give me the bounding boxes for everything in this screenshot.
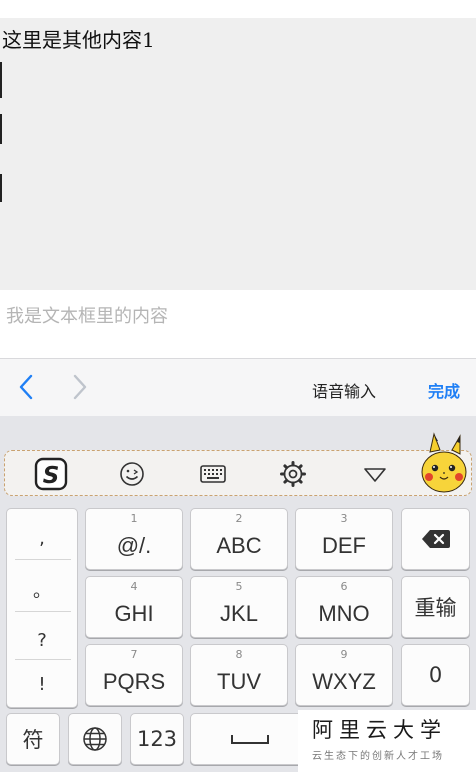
content-area: 这里是其他内容1: [0, 18, 476, 290]
key-number: 6: [340, 580, 348, 593]
symbol-key[interactable]: 符: [6, 713, 60, 765]
edge-mark: [0, 174, 2, 202]
key-letters: MNO: [318, 601, 370, 626]
edge-mark: [0, 62, 2, 98]
chevron-right-icon[interactable]: [68, 373, 92, 401]
key-number: 8: [235, 648, 243, 661]
input-accessory-bar: 语音输入 完成: [0, 358, 476, 416]
key-5[interactable]: 5 JKL: [190, 576, 288, 638]
key-2[interactable]: 2 ABC: [190, 508, 288, 570]
gear-icon[interactable]: [275, 456, 311, 492]
backspace-key[interactable]: [401, 508, 470, 570]
done-button[interactable]: 完成: [428, 378, 460, 402]
backspace-icon: [421, 530, 450, 548]
divider: [15, 559, 71, 560]
svg-text:S: S: [43, 463, 60, 489]
punct-question-key[interactable]: ?: [7, 615, 77, 665]
space-bar-icon: [231, 735, 269, 744]
key-0[interactable]: 0: [401, 644, 470, 706]
key-letters: WXYZ: [312, 669, 376, 694]
key-number: 3: [340, 512, 348, 525]
key-number: 1: [130, 512, 138, 525]
globe-key[interactable]: [68, 713, 122, 765]
space-key[interactable]: [190, 713, 310, 765]
key-letters: ABC: [216, 533, 262, 558]
punct-period-key[interactable]: 。: [7, 565, 77, 615]
key-4[interactable]: 4 GHI: [85, 576, 183, 638]
key-number: 9: [340, 648, 348, 661]
key-number: 2: [235, 512, 243, 525]
keyboard-icon[interactable]: [195, 456, 231, 492]
punctuation-column: , 。 ? !: [6, 508, 78, 708]
key-number: 5: [235, 580, 243, 593]
emoji-icon[interactable]: [114, 456, 150, 492]
key-9[interactable]: 9 WXYZ: [295, 644, 393, 706]
reenter-label: 重输: [414, 596, 457, 620]
text-input-field[interactable]: 我是文本框里的内容: [0, 290, 476, 358]
watermark: 阿里云大学 云生态下的创新人才工场: [298, 710, 476, 772]
key-letters: JKL: [220, 601, 258, 626]
ime-keyboard: S , 。 ? ! 1 @/. 2 ABC 3 DEF 4 GHI 5 JKL …: [0, 416, 476, 772]
voice-input-button[interactable]: 语音输入: [312, 378, 376, 402]
watermark-subtitle: 云生态下的创新人才工场: [312, 751, 444, 762]
key-8[interactable]: 8 TUV: [190, 644, 288, 706]
edge-mark: [0, 114, 2, 144]
watermark-title: 阿里云大学: [312, 718, 447, 742]
numeric-key[interactable]: 123: [130, 713, 184, 765]
key-3[interactable]: 3 DEF: [295, 508, 393, 570]
pikachu-icon: [421, 432, 467, 493]
key-6[interactable]: 6 MNO: [295, 576, 393, 638]
key-1[interactable]: 1 @/.: [85, 508, 183, 570]
key-number: 7: [130, 648, 138, 661]
divider: [15, 611, 71, 612]
key-7[interactable]: 7 PQRS: [85, 644, 183, 706]
sogou-logo-icon[interactable]: S: [33, 456, 69, 492]
key-letters: DEF: [322, 533, 366, 558]
chevron-left-icon[interactable]: [14, 373, 38, 401]
key-letters: PQRS: [102, 669, 166, 694]
punct-exclamation-key[interactable]: !: [7, 659, 77, 709]
collapse-triangle-icon[interactable]: [357, 456, 393, 492]
globe-icon: [83, 727, 107, 751]
key-letters: GHI: [114, 601, 154, 626]
punct-comma-key[interactable]: ,: [7, 513, 77, 563]
reenter-key[interactable]: 重输: [401, 576, 470, 638]
key-number: 4: [130, 580, 138, 593]
ime-toolbar: S: [4, 450, 472, 496]
key-letters: @/.: [116, 533, 152, 558]
numeric-label: 123: [136, 727, 178, 751]
key-letters: TUV: [217, 669, 261, 694]
key-zero-label: 0: [428, 663, 443, 687]
symbol-label: 符: [22, 728, 44, 752]
text-field-value: 我是文本框里的内容: [6, 306, 168, 327]
content-text: 这里是其他内容1: [2, 28, 155, 52]
